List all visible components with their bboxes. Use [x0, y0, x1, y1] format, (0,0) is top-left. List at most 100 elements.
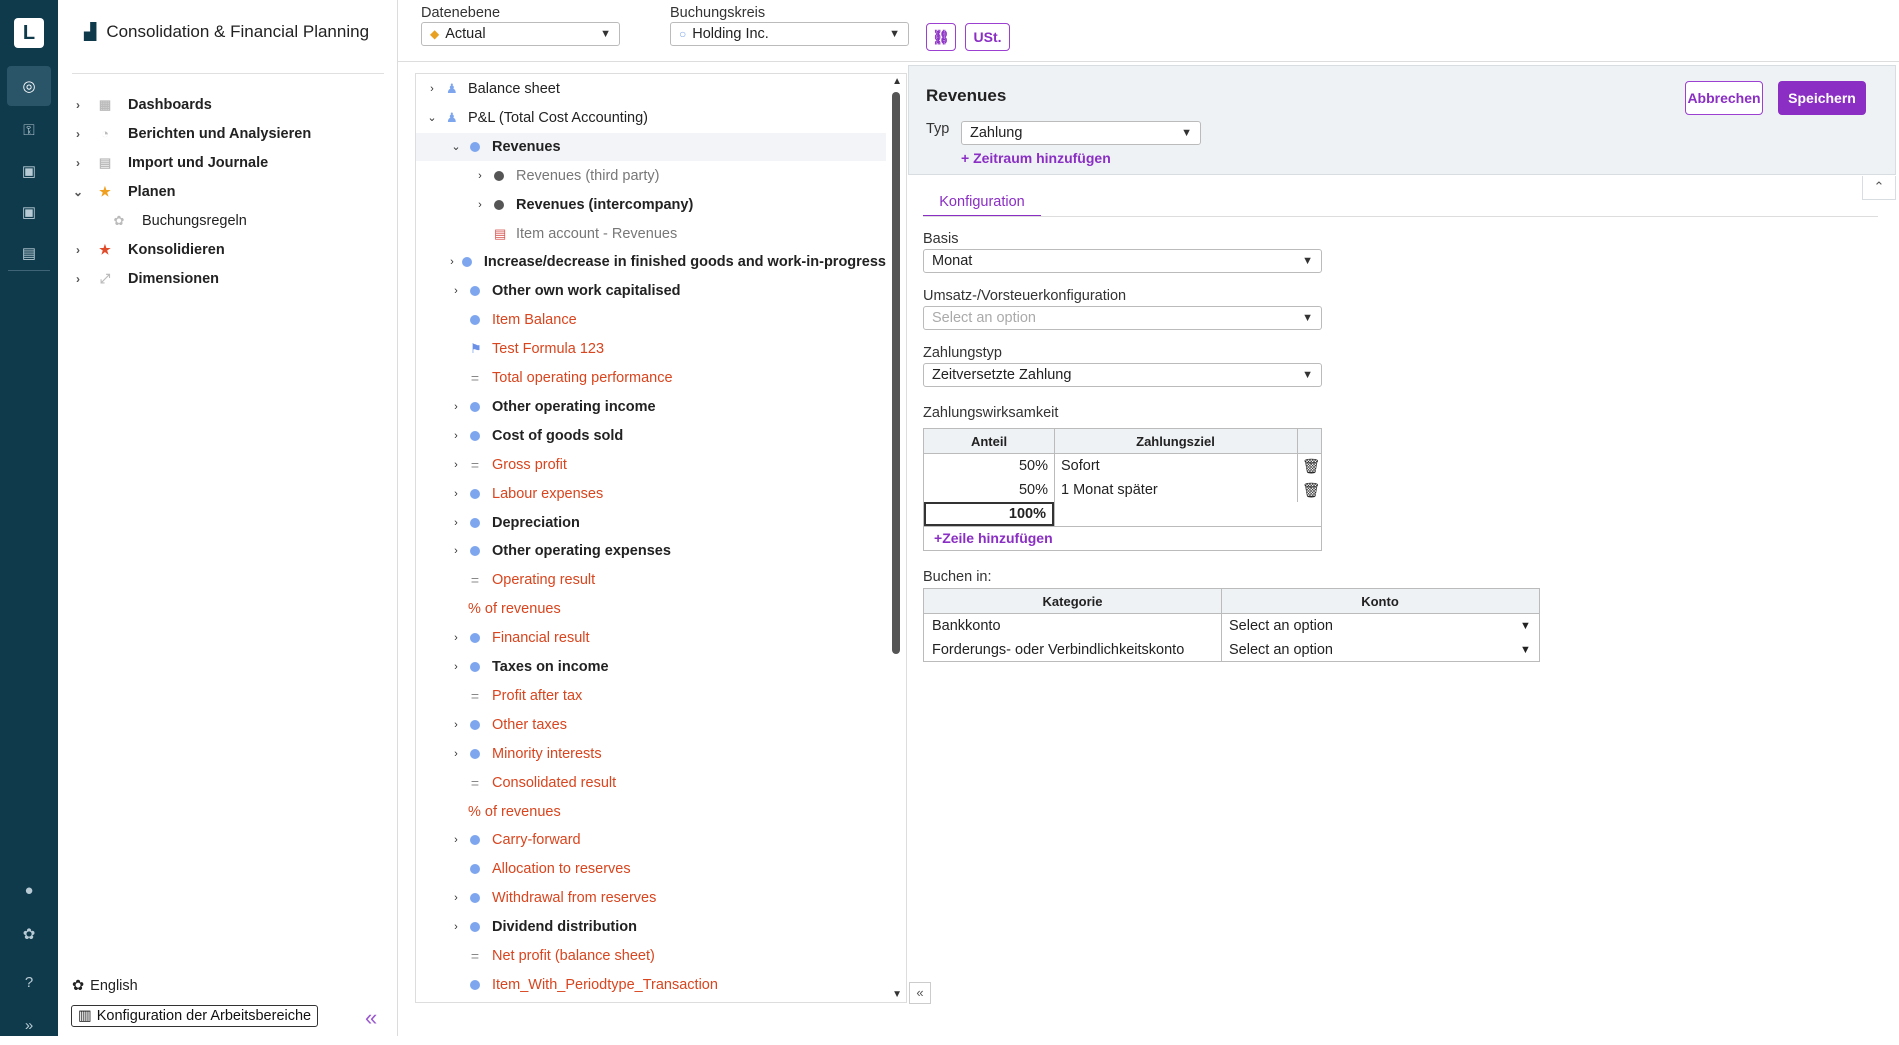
collapse-header-icon[interactable]: ⌃	[1862, 176, 1896, 200]
chevron-down-icon[interactable]: ⌄	[68, 185, 88, 199]
tree-row[interactable]: › Revenues (intercompany)	[416, 191, 886, 219]
tree-row[interactable]: Item Balance	[416, 306, 886, 334]
share-cell[interactable]: 50%	[924, 454, 1048, 478]
chevron-right-icon[interactable]: ›	[448, 285, 464, 297]
chevron-right-icon[interactable]: ›	[472, 170, 488, 182]
tax-config-select[interactable]: Select an option ▼	[923, 306, 1322, 330]
sidebar-item-dashboards[interactable]: › ▦ Dashboards	[58, 90, 398, 119]
tree-row[interactable]: ▤ Item account - Revenues	[416, 220, 886, 248]
save-button[interactable]: Speichern	[1778, 81, 1866, 115]
chevron-right-icon[interactable]: ›	[448, 748, 464, 760]
tree-row[interactable]: = Consolidated result	[416, 769, 886, 797]
tree-row[interactable]: = Total operating performance	[416, 364, 886, 392]
ust-button[interactable]: USt.	[965, 23, 1010, 51]
chevron-right-icon[interactable]: ›	[448, 892, 464, 904]
add-row-link[interactable]: +Zeile hinzufügen	[934, 530, 1053, 546]
chevron-right-icon[interactable]: ›	[448, 719, 464, 731]
tree-row[interactable]: ⌄ ♟ P&L (Total Cost Accounting)	[416, 104, 886, 132]
tree-row[interactable]: › Financial result	[416, 624, 886, 652]
tree-row[interactable]: = Operating result	[416, 566, 886, 594]
add-period-link[interactable]: + Zeitraum hinzufügen	[961, 150, 1111, 166]
payment-type-select[interactable]: Zeitversetzte Zahlung ▼	[923, 363, 1322, 387]
typ-select[interactable]: Zahlung ▼	[961, 121, 1201, 145]
lock-doc-icon[interactable]: ⚿	[7, 110, 51, 150]
tree-row[interactable]: › Other taxes	[416, 711, 886, 739]
chevron-right-icon[interactable]: ›	[448, 256, 456, 268]
tree-row[interactable]: › Other operating income	[416, 393, 886, 421]
chevron-right-icon[interactable]: ›	[448, 488, 464, 500]
tree-row[interactable]: › Revenues (third party)	[416, 162, 886, 190]
tree-row[interactable]: › ♟ Balance sheet	[416, 75, 886, 103]
tree-row[interactable]: › = Gross profit	[416, 451, 886, 479]
chevron-right-icon[interactable]: ›	[448, 517, 464, 529]
sidebar-item-planen[interactable]: ⌄ ★ Planen	[58, 177, 398, 206]
tree-row[interactable]: = Net profit (balance sheet)	[416, 942, 886, 970]
tree-row[interactable]: › Other own work capitalised	[416, 277, 886, 305]
tree-row[interactable]: % of revenues	[416, 798, 886, 826]
chevron-right-icon[interactable]: ›	[448, 459, 464, 471]
sidebar-item-import[interactable]: › ▤ Import und Journale	[58, 148, 398, 177]
buchungskreis-select[interactable]: ○ Holding Inc. ▼	[670, 22, 909, 46]
chevron-right-icon[interactable]: ›	[472, 199, 488, 211]
tree-row[interactable]: = Profit after tax	[416, 682, 886, 710]
tree-row[interactable]: › Increase/decrease in finished goods and…	[416, 248, 886, 276]
chevron-right-icon[interactable]: ›	[448, 545, 464, 557]
trash-icon[interactable]: 🗑	[1302, 454, 1320, 478]
scroll-down-icon[interactable]: ▼	[892, 989, 902, 1000]
sidebar-item-buchungsregeln[interactable]: ✿ Buchungsregeln	[58, 206, 398, 235]
tree-row[interactable]: ⌄ Revenues	[416, 132, 886, 161]
chevron-down-icon[interactable]: ▼	[1520, 638, 1531, 662]
doc-settings-icon[interactable]: ▣	[7, 192, 51, 232]
chevron-right-icon[interactable]: ›	[448, 921, 464, 933]
doc-lock-icon[interactable]: ▣	[7, 151, 51, 191]
chevron-right-icon[interactable]: ›	[448, 430, 464, 442]
tree-row[interactable]: › Depreciation	[416, 509, 886, 537]
chevron-right-icon[interactable]: ›	[68, 272, 88, 286]
tree-row[interactable]: › Taxes on income	[416, 653, 886, 681]
tree-row[interactable]: › Other operating expenses	[416, 537, 886, 565]
user-icon[interactable]: ●	[7, 870, 51, 910]
chevron-right-icon[interactable]: ›	[68, 156, 88, 170]
tree-row[interactable]: ⚑ Test Formula 123	[416, 335, 886, 363]
collapse-tree-icon[interactable]: «	[909, 982, 931, 1004]
chevron-right-icon[interactable]: ›	[424, 83, 440, 95]
tab-konfiguration[interactable]: Konfiguration	[923, 191, 1041, 217]
tree-row[interactable]: › Dividend distribution	[416, 913, 886, 941]
sidebar-item-reports[interactable]: › ◔ Berichten und Analysieren	[58, 119, 398, 148]
chevron-right-icon[interactable]: ›	[448, 632, 464, 644]
gear-icon[interactable]: ✿	[7, 914, 51, 954]
scroll-up-icon[interactable]: ▲	[892, 76, 902, 87]
tree-scrollbar[interactable]	[892, 92, 900, 654]
collapse-sidebar-icon[interactable]: «	[365, 1005, 377, 1031]
account-select[interactable]: Select an option	[1229, 614, 1519, 638]
chevron-right-icon[interactable]: ›	[68, 243, 88, 257]
tree-row[interactable]: › Minority interests	[416, 740, 886, 768]
target-cell[interactable]: Sofort	[1061, 454, 1291, 478]
link-button[interactable]: ⛓	[926, 23, 956, 51]
tree-row[interactable]: › Labour expenses	[416, 480, 886, 508]
tree-row[interactable]: Allocation to reserves	[416, 855, 886, 883]
help-icon[interactable]: ?	[7, 962, 51, 1002]
chevron-right-icon[interactable]: ›	[448, 401, 464, 413]
sidebar-item-dimensionen[interactable]: › ⤢ Dimensionen	[58, 264, 398, 293]
tree-row[interactable]: › Withdrawal from reserves	[416, 884, 886, 912]
globe-icon[interactable]: ◎	[7, 66, 51, 106]
chevron-down-icon[interactable]: ⌄	[448, 140, 464, 153]
chevron-down-icon[interactable]: ⌄	[424, 111, 440, 124]
tree-row[interactable]: › Cost of goods sold	[416, 422, 886, 450]
language-selector[interactable]: ✿ English	[72, 978, 138, 994]
chevron-right-icon[interactable]: ›	[68, 127, 88, 141]
sidebar-item-konsolidieren[interactable]: › ★ Konsolidieren	[58, 235, 398, 264]
tree-row[interactable]: % of revenues	[416, 595, 886, 623]
chevron-right-icon[interactable]: ›	[68, 98, 88, 112]
datenebene-select[interactable]: ◆ Actual ▼	[421, 22, 620, 46]
chevron-right-icon[interactable]: ›	[448, 834, 464, 846]
trash-icon[interactable]: 🗑	[1302, 478, 1320, 502]
chevron-down-icon[interactable]: ▼	[1520, 614, 1531, 638]
share-cell[interactable]: 50%	[924, 478, 1048, 502]
expand-icon[interactable]: »	[7, 1005, 51, 1045]
cancel-button[interactable]: Abbrechen	[1685, 81, 1763, 115]
clipboard-icon[interactable]: ▤	[7, 233, 51, 273]
basis-select[interactable]: Monat ▼	[923, 249, 1322, 273]
chevron-right-icon[interactable]: ›	[448, 661, 464, 673]
